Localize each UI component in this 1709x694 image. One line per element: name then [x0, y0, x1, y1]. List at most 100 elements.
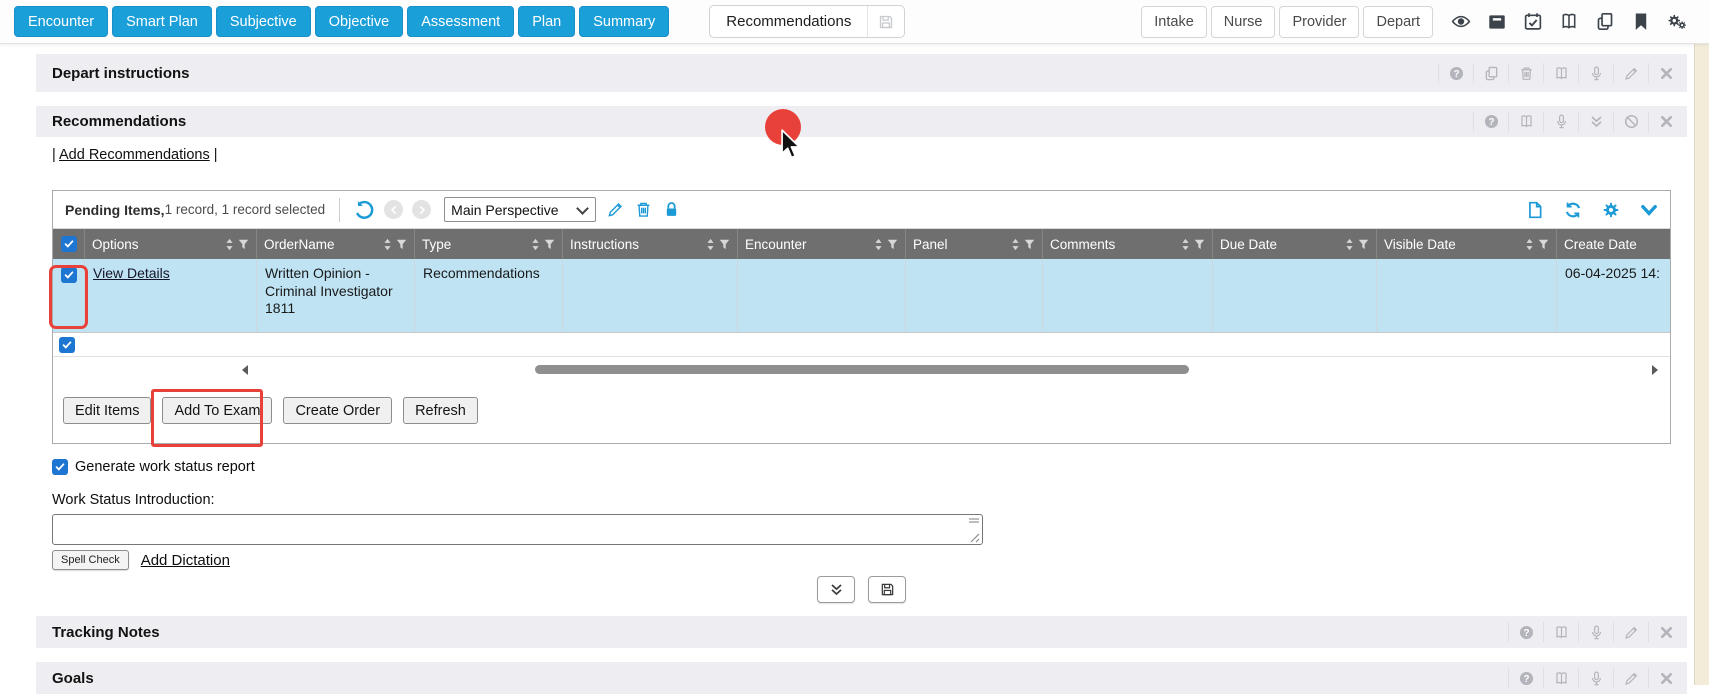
chevron-down-icon[interactable]: [1640, 201, 1658, 219]
column-header-visible-date[interactable]: Visible Date: [1377, 229, 1557, 259]
book-icon[interactable]: [1508, 112, 1543, 132]
column-header-panel[interactable]: Panel: [906, 229, 1043, 259]
archive-icon[interactable]: [1479, 6, 1515, 38]
nurse-button[interactable]: Nurse: [1211, 6, 1276, 38]
refresh-icon[interactable]: [1564, 201, 1582, 219]
book-icon[interactable]: [1543, 63, 1578, 83]
help-icon[interactable]: ?: [1473, 112, 1508, 132]
gear-icon[interactable]: [1602, 201, 1620, 219]
sort-icon[interactable]: [1525, 238, 1534, 251]
provider-button[interactable]: Provider: [1279, 6, 1359, 38]
bookmark-icon[interactable]: [1623, 6, 1659, 38]
tab-assessment[interactable]: Assessment: [407, 6, 514, 37]
add-to-exam-button[interactable]: Add To Exam: [162, 397, 272, 424]
filter-funnel-icon[interactable]: [1358, 239, 1369, 250]
tab-plan[interactable]: Plan: [518, 6, 575, 37]
calendar-check-icon[interactable]: [1515, 6, 1551, 38]
pencil-icon[interactable]: [1613, 63, 1648, 83]
column-header-due-date[interactable]: Due Date: [1213, 229, 1377, 259]
help-icon[interactable]: ?: [1508, 668, 1543, 688]
create-order-button[interactable]: Create Order: [283, 397, 392, 424]
sort-icon[interactable]: [531, 238, 540, 251]
checkbox-checked[interactable]: [59, 337, 75, 353]
edit-items-button[interactable]: Edit Items: [63, 397, 151, 424]
filter-funnel-icon[interactable]: [396, 239, 407, 250]
help-icon[interactable]: ?: [1438, 63, 1473, 83]
prev-arrow-button[interactable]: [384, 200, 403, 219]
grid-data-row[interactable]: View DetailsWritten Opinion - Criminal I…: [53, 259, 1670, 333]
copy-icon[interactable]: [1587, 6, 1623, 38]
row-checkbox[interactable]: [61, 267, 77, 283]
pencil-icon[interactable]: [607, 201, 624, 218]
lock-icon[interactable]: [663, 201, 680, 218]
filter-funnel-icon[interactable]: [544, 239, 555, 250]
pencil-icon[interactable]: [1613, 668, 1648, 688]
filter-funnel-icon[interactable]: [719, 239, 730, 250]
pencil-icon[interactable]: [1613, 622, 1648, 642]
column-header-encounter[interactable]: Encounter: [738, 229, 906, 259]
column-header-create-date[interactable]: Create Date: [1557, 229, 1670, 259]
sort-icon[interactable]: [383, 238, 392, 251]
sort-icon[interactable]: [874, 238, 883, 251]
intake-button[interactable]: Intake: [1141, 6, 1207, 38]
save-button[interactable]: [868, 576, 906, 603]
close-icon[interactable]: [1648, 112, 1683, 132]
sort-icon[interactable]: [1345, 238, 1354, 251]
select-all-checkbox[interactable]: [61, 236, 77, 252]
next-arrow-button[interactable]: [412, 200, 431, 219]
book-icon[interactable]: [1543, 668, 1578, 688]
new-document-icon[interactable]: [1526, 201, 1544, 219]
help-icon[interactable]: ?: [1508, 622, 1543, 642]
column-header-instructions[interactable]: Instructions: [563, 229, 738, 259]
add-recommendations-link[interactable]: Add Recommendations: [59, 147, 210, 163]
tab-summary[interactable]: Summary: [579, 6, 669, 37]
tab-recommendations-active[interactable]: Recommendations: [709, 5, 905, 38]
mic-icon[interactable]: [1543, 112, 1578, 132]
scroll-right-icon[interactable]: [1651, 364, 1659, 376]
column-header-type[interactable]: Type: [415, 229, 563, 259]
sort-icon[interactable]: [706, 238, 715, 251]
column-header-options[interactable]: Options: [85, 229, 257, 259]
filter-funnel-icon[interactable]: [887, 239, 898, 250]
column-header-ordername[interactable]: OrderName: [257, 229, 415, 259]
scroll-left-icon[interactable]: [241, 364, 249, 376]
close-icon[interactable]: [1648, 622, 1683, 642]
sort-icon[interactable]: [1181, 238, 1190, 251]
generate-report-checkbox[interactable]: [52, 459, 68, 475]
perspective-select[interactable]: Main Perspective: [444, 197, 596, 222]
book-icon[interactable]: [1543, 622, 1578, 642]
book-icon[interactable]: [1551, 6, 1587, 38]
view-details-link[interactable]: View Details: [93, 265, 170, 281]
gears-icon[interactable]: [1659, 6, 1695, 38]
block-icon[interactable]: [1613, 112, 1648, 132]
copy-icon[interactable]: [1473, 63, 1508, 83]
work-status-textarea[interactable]: [52, 514, 983, 545]
scrollbar-thumb[interactable]: [535, 365, 1189, 374]
collapse-chevrons-button[interactable]: [817, 576, 855, 603]
mic-icon[interactable]: [1578, 63, 1613, 83]
add-dictation-link[interactable]: Add Dictation: [141, 552, 230, 569]
filter-funnel-icon[interactable]: [238, 239, 249, 250]
tab-encounter[interactable]: Encounter: [14, 6, 108, 37]
filter-funnel-icon[interactable]: [1538, 239, 1549, 250]
column-header-comments[interactable]: Comments: [1043, 229, 1213, 259]
close-icon[interactable]: [1648, 63, 1683, 83]
tab-objective[interactable]: Objective: [315, 6, 403, 37]
filter-funnel-icon[interactable]: [1024, 239, 1035, 250]
save-icon[interactable]: [868, 6, 904, 37]
depart-button[interactable]: Depart: [1363, 6, 1433, 38]
spell-check-button[interactable]: Spell Check: [52, 550, 129, 570]
mic-icon[interactable]: [1578, 622, 1613, 642]
trash-icon[interactable]: [1508, 63, 1543, 83]
undo-icon[interactable]: [354, 200, 375, 219]
chevrons-down-icon[interactable]: [1578, 112, 1613, 132]
close-icon[interactable]: [1648, 668, 1683, 688]
tab-smart-plan[interactable]: Smart Plan: [112, 6, 212, 37]
sort-icon[interactable]: [225, 238, 234, 251]
filter-funnel-icon[interactable]: [1194, 239, 1205, 250]
sort-icon[interactable]: [1011, 238, 1020, 251]
mic-icon[interactable]: [1578, 668, 1613, 688]
refresh-button[interactable]: Refresh: [403, 397, 478, 424]
eye-icon[interactable]: [1443, 6, 1479, 38]
tab-subjective[interactable]: Subjective: [216, 6, 311, 37]
